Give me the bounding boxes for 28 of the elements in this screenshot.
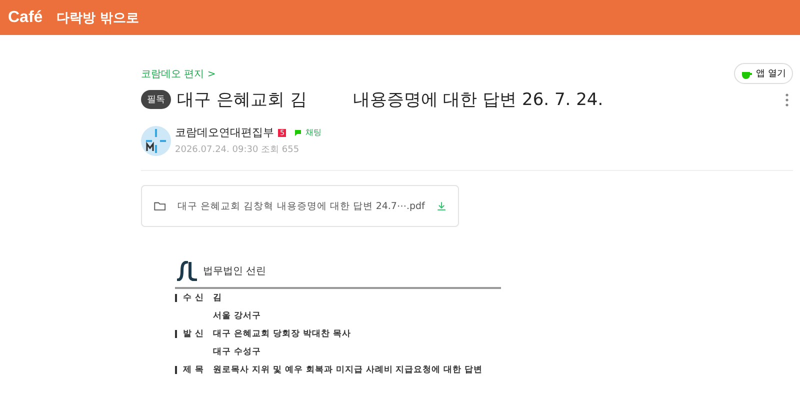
more-icon[interactable] [785, 92, 789, 106]
attachment-card[interactable]: 대구 은혜교회 김창혁 내용증명에 대한 답변 24.7⋯.pdf [141, 185, 459, 227]
row-value: 김 [213, 292, 222, 304]
cafe-logo[interactable]: Café [8, 8, 43, 26]
notice-badge: 필독 [141, 90, 171, 109]
row-label: 제 목 [183, 364, 205, 376]
post-title: 내용증명에 대한 답변 26. 7. 24. [352, 89, 604, 111]
avatar-icon [141, 126, 171, 156]
open-app-button[interactable]: 앱 열기 [734, 63, 793, 84]
row-label: 발 신 [183, 328, 205, 340]
row-value: 원로목사 지위 및 예우 회복과 미지급 사례비 지급요청에 대한 답변 [213, 364, 483, 376]
author-name[interactable]: 코람데오연대편집부 [175, 125, 274, 140]
row-marker [175, 366, 177, 374]
row-marker [175, 294, 177, 302]
post-meta: 2026.07.24. 09:30 조회 655 [175, 144, 300, 156]
board-link[interactable]: 코람데오 편지 > [141, 66, 216, 80]
post-title: 대구 은혜교회 김 [177, 89, 307, 111]
chat-link[interactable]: 채팅 [294, 127, 322, 138]
row-value: 대구 은혜교회 당회장 박대찬 목사 [213, 328, 351, 340]
row-value: 서울 강서구 [213, 310, 261, 322]
attachment-filename: 대구 은혜교회 김창혁 내용증명에 대한 답변 24.7⋯.pdf [178, 200, 425, 212]
row-label: 수 신 [183, 292, 205, 304]
download-icon[interactable] [436, 199, 446, 213]
firm-logo-icon [175, 261, 199, 281]
row-marker [175, 330, 177, 338]
exit-link[interactable]: 다락방 밖으로 [56, 8, 140, 26]
row-value: 대구 수성구 [213, 346, 261, 358]
firm-name: 법무법인 선린 [203, 265, 266, 278]
